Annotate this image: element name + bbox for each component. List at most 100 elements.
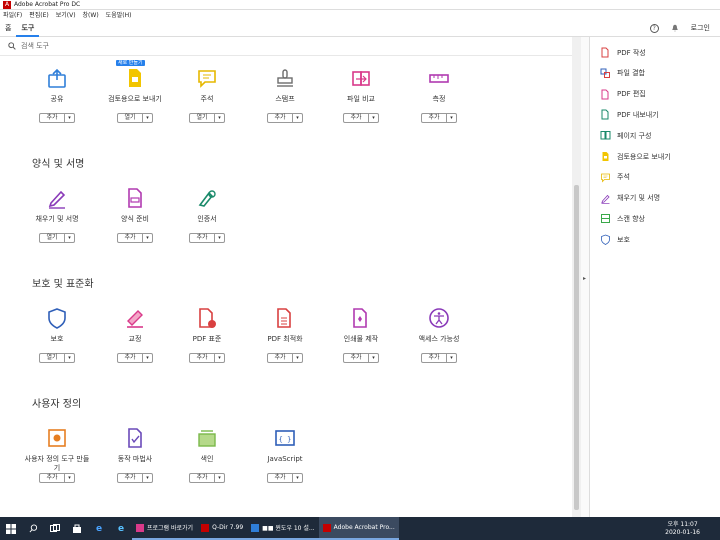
tool-action-button[interactable]: 추가 ▾ (117, 353, 153, 363)
search-icon[interactable] (22, 517, 44, 540)
taskbar-task[interactable]: ■■ 윈도우 10 설... (247, 517, 319, 540)
menu-help[interactable]: 도움말(H) (106, 10, 132, 19)
tool-action-button[interactable]: 추가 ▾ (189, 473, 225, 483)
tool-action-wizard[interactable]: 동작 마법사 추가 ▾ (100, 427, 170, 483)
tool-redact[interactable]: 교정 추가 ▾ (100, 307, 170, 363)
tool-action-label[interactable]: 추가 (268, 354, 293, 362)
chevron-down-icon[interactable]: ▾ (65, 234, 74, 242)
tool-custom-tool[interactable]: 사용자 정의 도구 만들기 추가 ▾ (22, 427, 92, 483)
right-pane-toggle[interactable]: ▸ (581, 37, 589, 517)
taskbar-task[interactable]: Q-Dir 7.99 (197, 517, 248, 540)
chevron-down-icon[interactable]: ▾ (215, 234, 224, 242)
tool-measure[interactable]: 측정 추가 ▾ (404, 67, 474, 123)
right-pane-item[interactable]: 스캔 향상 (600, 213, 645, 224)
right-pane-item[interactable]: PDF 작성 (600, 47, 646, 58)
windows-start-icon[interactable] (0, 517, 22, 540)
chevron-down-icon[interactable]: ▾ (447, 354, 456, 362)
tool-action-label[interactable]: 열기 (190, 114, 215, 122)
tool-action-label[interactable]: 추가 (190, 474, 215, 482)
share-icon[interactable] (46, 67, 68, 89)
tool-action-label[interactable]: 추가 (268, 114, 293, 122)
tool-action-label[interactable]: 추가 (422, 114, 447, 122)
tool-action-button[interactable]: 추가 ▾ (421, 113, 457, 123)
fill-sign-icon[interactable] (46, 187, 68, 209)
tool-print-production[interactable]: 인쇄물 제작 추가 ▾ (326, 307, 396, 363)
tool-prepare-form[interactable]: 양식 준비 추가 ▾ (100, 187, 170, 243)
right-pane-item[interactable]: 보호 (600, 234, 630, 246)
tool-action-label[interactable]: 추가 (344, 114, 369, 122)
tool-action-label[interactable]: 추가 (118, 354, 143, 362)
tool-action-label[interactable]: 열기 (40, 354, 65, 362)
vertical-scrollbar[interactable] (572, 37, 581, 517)
tool-action-button[interactable]: 추가 ▾ (267, 473, 303, 483)
tab-tools[interactable]: 도구 (16, 19, 40, 37)
tool-comment[interactable]: 주석 열기 ▾ (172, 67, 242, 123)
search-input[interactable]: 검색 도구 (21, 41, 49, 51)
task-view-icon[interactable] (44, 517, 66, 540)
comment-icon[interactable] (196, 67, 218, 89)
javascript-icon[interactable]: { } (274, 427, 296, 449)
search-bar[interactable]: 검색 도구 (8, 41, 49, 51)
right-pane-item[interactable]: PDF 편집 (600, 89, 646, 100)
scrollbar-thumb[interactable] (574, 185, 579, 510)
tool-action-label[interactable]: 추가 (422, 354, 447, 362)
chevron-down-icon[interactable]: ▾ (143, 354, 152, 362)
tool-action-button[interactable]: 추가 ▾ (189, 353, 225, 363)
store-icon[interactable] (66, 517, 88, 540)
chevron-down-icon[interactable]: ▾ (369, 354, 378, 362)
tool-action-button[interactable]: 추가 ▾ (421, 353, 457, 363)
accessibility-icon[interactable] (428, 307, 450, 329)
chevron-down-icon[interactable]: ▾ (215, 114, 224, 122)
print-production-icon[interactable] (350, 307, 372, 329)
tool-action-button[interactable]: 열기 ▾ (39, 233, 75, 243)
ie-icon[interactable]: e (110, 517, 132, 540)
tool-action-label[interactable]: 추가 (118, 474, 143, 482)
right-pane-item[interactable]: PDF 내보내기 (600, 109, 659, 120)
tool-action-label[interactable]: 열기 (118, 114, 143, 122)
edge-icon[interactable]: e (88, 517, 110, 540)
chevron-down-icon[interactable]: ▾ (447, 114, 456, 122)
tool-action-label[interactable]: 추가 (118, 234, 143, 242)
measure-icon[interactable] (428, 67, 450, 89)
chevron-down-icon[interactable]: ▾ (293, 354, 302, 362)
chevron-down-icon[interactable]: ▾ (65, 114, 74, 122)
chevron-down-icon[interactable]: ▾ (293, 474, 302, 482)
right-pane-item[interactable]: 주석 (600, 172, 630, 183)
tab-home[interactable]: 홈 (0, 19, 16, 37)
tool-optimize-pdf[interactable]: PDF 최적화 추가 ▾ (250, 307, 320, 363)
chevron-down-icon[interactable]: ▾ (293, 114, 302, 122)
tool-pdf-standards[interactable]: PDF 표준 추가 ▾ (172, 307, 242, 363)
pdf-standards-icon[interactable] (196, 307, 218, 329)
tool-action-button[interactable]: 추가 ▾ (343, 113, 379, 123)
right-pane-item[interactable]: 파일 결합 (600, 68, 645, 79)
tool-action-label[interactable]: 추가 (40, 114, 65, 122)
tool-action-button[interactable]: 추가 ▾ (267, 113, 303, 123)
tool-certificates[interactable]: 인증서 추가 ▾ (172, 187, 242, 243)
redact-icon[interactable] (124, 307, 146, 329)
prepare-form-icon[interactable] (124, 187, 146, 209)
system-clock[interactable]: 오후 11:07 2020-01-16 (665, 521, 700, 537)
tool-fill-sign[interactable]: 채우기 및 서명 열기 ▾ (22, 187, 92, 243)
tool-action-button[interactable]: 추가 ▾ (39, 473, 75, 483)
tool-index[interactable]: 색인 추가 ▾ (172, 427, 242, 483)
tool-accessibility[interactable]: 액세스 가능성 추가 ▾ (404, 307, 474, 363)
tool-action-button[interactable]: 추가 ▾ (189, 233, 225, 243)
bell-icon[interactable] (671, 24, 679, 32)
index-icon[interactable] (196, 427, 218, 449)
chevron-down-icon[interactable]: ▾ (65, 474, 74, 482)
tool-share[interactable]: 공유 추가 ▾ (22, 67, 92, 123)
chevron-down-icon[interactable]: ▾ (143, 474, 152, 482)
chevron-down-icon[interactable]: ▾ (143, 114, 152, 122)
login-button[interactable]: 로그인 (691, 23, 710, 33)
chevron-down-icon[interactable]: ▾ (369, 114, 378, 122)
menu-view[interactable]: 보기(V) (56, 10, 76, 19)
tool-action-button[interactable]: 추가 ▾ (39, 113, 75, 123)
tool-action-button[interactable]: 추가 ▾ (267, 353, 303, 363)
certificates-icon[interactable] (196, 187, 218, 209)
tool-compare-files[interactable]: 파일 비교 추가 ▾ (326, 67, 396, 123)
tool-action-button[interactable]: 열기 ▾ (117, 113, 153, 123)
taskbar-task[interactable]: 프로그램 바로가기 (132, 517, 198, 540)
custom-tool-icon[interactable] (46, 427, 68, 449)
right-pane-item[interactable]: 페이지 구성 (600, 130, 651, 141)
tool-action-label[interactable]: 열기 (40, 234, 65, 242)
